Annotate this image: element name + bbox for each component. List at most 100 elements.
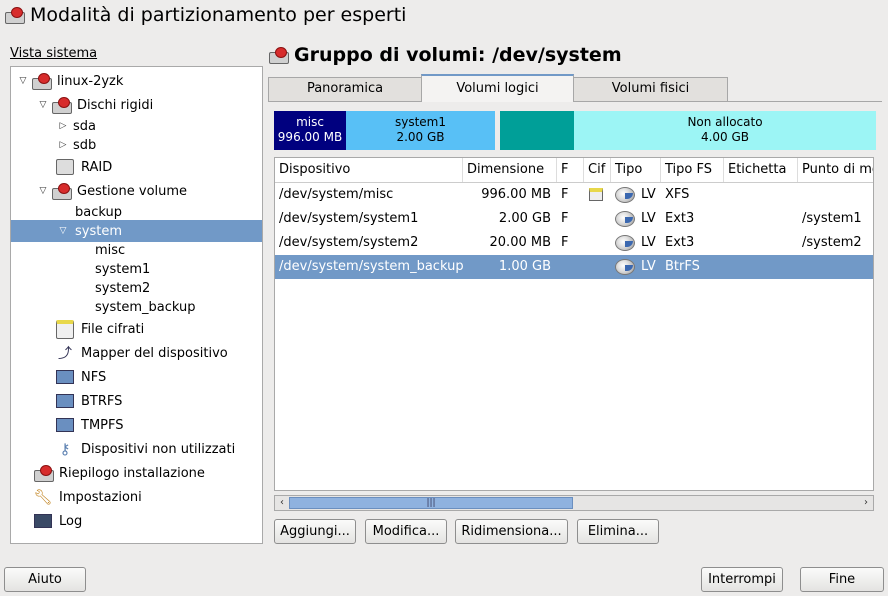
usage-bar-name: system1	[394, 115, 447, 129]
column-header-type[interactable]: Tipo	[611, 158, 661, 182]
disk-icon	[615, 258, 635, 275]
add-button[interactable]: Aggiungi...	[274, 519, 356, 544]
resize-button[interactable]: Ridimensiona...	[455, 519, 568, 544]
tree-item-unused-devices[interactable]: ⚷ Dispositivi non utilizzati	[55, 438, 236, 460]
tab-panoramica[interactable]: Panoramica	[268, 77, 422, 101]
cell-mount-point: /system1	[802, 211, 862, 226]
tree-item-device-mapper[interactable]: ⤴ Mapper del dispositivo	[55, 342, 228, 364]
encrypted-file-icon	[55, 319, 75, 339]
disk-icon	[615, 186, 635, 203]
tree-item-label: system1	[95, 261, 151, 277]
column-header-label[interactable]: Etichetta	[724, 158, 798, 182]
encrypted-lock-icon	[589, 188, 603, 201]
system-view-tree[interactable]: ▽ linux-2yzk ▽ Dischi rigidi ▷ sda ▷ sdb…	[10, 66, 263, 544]
table-row[interactable]: /dev/system/system2 20.00 MB F LV Ext3 /…	[275, 231, 873, 255]
raid-icon	[55, 158, 75, 176]
cell-label	[724, 183, 798, 207]
tab-label: Volumi logici	[456, 81, 539, 96]
tree-item-label: Dispositivi non utilizzati	[81, 441, 236, 457]
edit-button[interactable]: Modifica...	[365, 519, 447, 544]
cell-format: F	[561, 211, 569, 226]
cell-label	[724, 231, 798, 255]
cell-size: 20.00 MB	[489, 235, 551, 250]
cell-type: LV	[611, 231, 661, 255]
cell-format	[557, 255, 584, 279]
tree-item-file-cifrati[interactable]: File cifrati	[55, 318, 144, 340]
table-row-selected[interactable]: /dev/system/system_backup 1.00 GB LV Btr…	[275, 255, 873, 279]
cell-type: LV	[611, 255, 661, 279]
tree-item-sdb[interactable]: ▷ sdb	[57, 134, 97, 156]
tree-item-label: sdb	[73, 137, 97, 153]
tab-volumi-fisici[interactable]: Volumi fisici	[573, 77, 728, 101]
column-header-device[interactable]: Dispositivo	[275, 158, 463, 182]
tree-item-btrfs[interactable]: BTRFS	[55, 390, 122, 412]
cell-format: F	[561, 235, 569, 250]
cell-mount-point	[798, 183, 873, 207]
network-drive-icon	[55, 416, 75, 434]
network-drive-icon	[55, 368, 75, 386]
hard-disk-icon	[4, 7, 25, 24]
page-title: Gruppo di volumi: /dev/system	[268, 44, 622, 66]
tree-item-raid[interactable]: RAID	[55, 156, 112, 178]
delete-button[interactable]: Elimina...	[577, 519, 659, 544]
column-header-format[interactable]: F	[557, 158, 584, 182]
tree-item-label: Riepilogo installazione	[59, 465, 205, 481]
table-horizontal-scrollbar[interactable]: ‹ ||| ›	[274, 495, 874, 511]
scrollbar-thumb[interactable]: |||	[289, 497, 573, 509]
tab-label: Volumi fisici	[611, 81, 690, 96]
expand-arrow-icon[interactable]: ▷	[57, 140, 69, 150]
column-header-mount-point[interactable]: Punto di mo	[798, 158, 873, 182]
help-button[interactable]: Aiuto	[4, 567, 86, 592]
tree-item-label: misc	[95, 242, 126, 258]
cell-device: /dev/system/misc	[279, 187, 394, 202]
column-header-size[interactable]: Dimensione	[463, 158, 557, 182]
tree-item-system[interactable]: ▽ system	[11, 220, 262, 242]
tree-item-linux-2yzk[interactable]: ▽ linux-2yzk	[17, 70, 123, 92]
tab-volumi-logici[interactable]: Volumi logici	[421, 74, 574, 102]
collapse-arrow-icon[interactable]: ▽	[57, 226, 69, 236]
tree-item-label: File cifrati	[81, 321, 145, 337]
cell-format: F	[561, 187, 569, 202]
device-mapper-icon: ⤴	[58, 346, 72, 362]
collapse-arrow-icon[interactable]: ▽	[17, 76, 29, 86]
tree-item-label: RAID	[81, 159, 113, 175]
collapse-arrow-icon[interactable]: ▽	[37, 186, 49, 196]
scroll-left-arrow-icon[interactable]: ‹	[275, 496, 289, 510]
table-row[interactable]: /dev/system/system1 2.00 GB F LV Ext3 /s…	[275, 207, 873, 231]
cell-encrypted	[584, 183, 611, 207]
disk-icon	[615, 234, 635, 251]
tree-item-log[interactable]: Log	[33, 510, 82, 532]
network-drive-icon	[55, 392, 75, 410]
tree-item-gestione-volume[interactable]: ▽ Gestione volume	[37, 180, 187, 202]
tree-item-label: system2	[95, 280, 151, 296]
cell-encrypted	[584, 231, 611, 255]
hard-disk-icon	[51, 182, 72, 200]
column-header-encrypted[interactable]: Cif	[584, 158, 611, 182]
cell-type-text: LV	[641, 211, 656, 226]
cell-type-text: LV	[641, 187, 656, 202]
tree-item-dischi-rigidi[interactable]: ▽ Dischi rigidi	[37, 94, 153, 116]
scroll-right-arrow-icon[interactable]: ›	[859, 496, 873, 510]
tree-item-nfs[interactable]: NFS	[55, 366, 106, 388]
cell-type: LV	[611, 207, 661, 231]
finish-button[interactable]: Fine	[800, 567, 884, 592]
expand-arrow-icon[interactable]: ▷	[57, 121, 69, 131]
tree-item-installation-summary[interactable]: Riepilogo installazione	[33, 462, 205, 484]
table-row[interactable]: /dev/system/misc 996.00 MB F LV XFS	[275, 183, 873, 207]
collapse-arrow-icon[interactable]: ▽	[37, 100, 49, 110]
tree-item-label: Gestione volume	[77, 183, 188, 199]
cell-fs-type: XFS	[665, 187, 690, 202]
usage-bar-name: misc	[296, 115, 324, 129]
abort-button[interactable]: Interrompi	[701, 567, 783, 592]
tree-item-label: system	[75, 223, 122, 239]
tree-item-label: system_backup	[95, 299, 196, 315]
cell-device: /dev/system/system1	[279, 211, 419, 226]
tree-item-tmpfs[interactable]: TMPFS	[55, 414, 124, 436]
tree-item-settings[interactable]: 🔧︎ Impostazioni	[33, 486, 141, 508]
logical-volumes-table[interactable]: Dispositivo Dimensione F Cif Tipo Tipo F…	[274, 157, 874, 491]
tree-item-system-backup[interactable]: system_backup	[95, 296, 195, 318]
tab-label: Panoramica	[306, 81, 384, 96]
column-header-fs-type[interactable]: Tipo FS	[661, 158, 724, 182]
cell-type-text: LV	[641, 259, 656, 274]
cell-type-text: LV	[641, 235, 656, 250]
